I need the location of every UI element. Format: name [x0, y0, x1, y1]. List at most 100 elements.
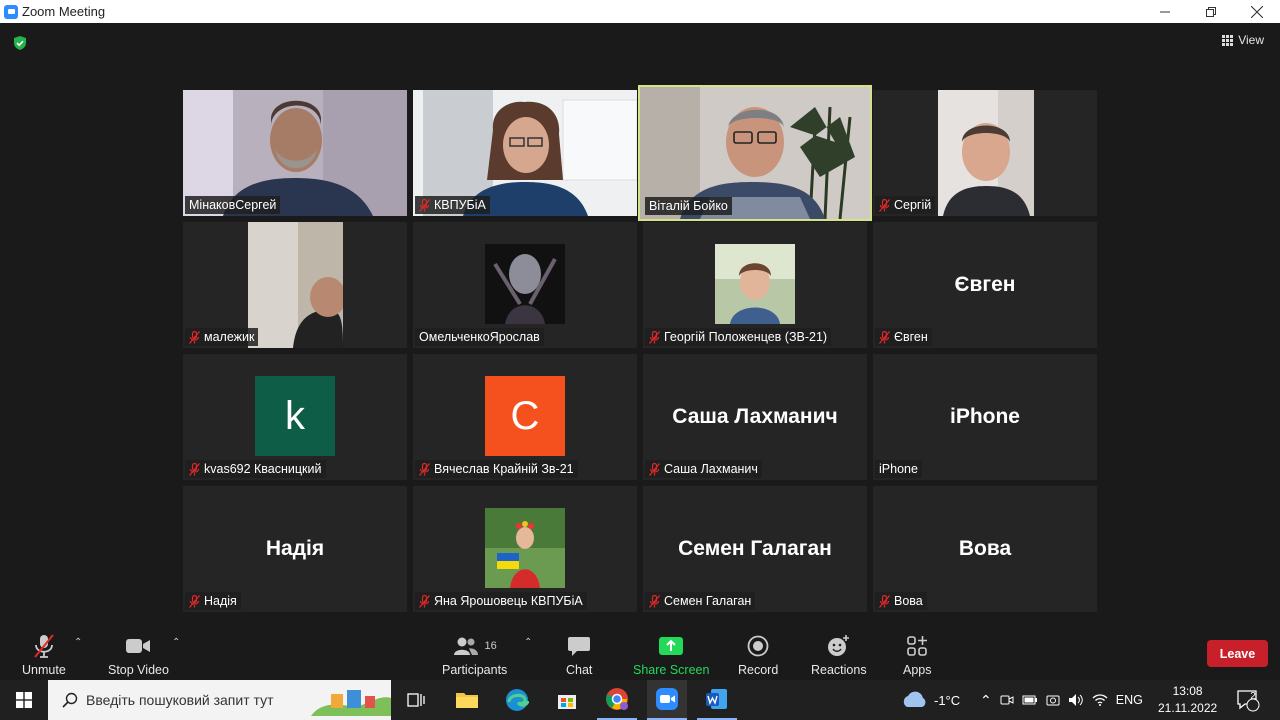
muted-mic-icon [649, 330, 660, 344]
minimize-button[interactable] [1142, 0, 1188, 23]
record-icon [747, 635, 769, 657]
clock-date: 21.11.2022 [1158, 701, 1218, 715]
meet-now-icon[interactable] [1000, 693, 1014, 707]
notification-center-button[interactable]: 2 [1236, 680, 1260, 720]
participant-name-label: КВПУБіА [415, 196, 490, 214]
participant-tile[interactable]: C Вячеслав Крайній Зв-21 [413, 354, 637, 480]
battery-icon[interactable] [1022, 694, 1038, 706]
folder-icon [456, 693, 478, 708]
video-camera-icon [126, 639, 151, 653]
unmute-label: Unmute [22, 663, 66, 677]
participant-tile[interactable]: Георгій Положенцев (ЗВ-21) [643, 222, 867, 348]
participant-avatar: C [485, 376, 565, 456]
muted-microphone-icon [34, 634, 54, 658]
participant-name-label: ОмельченкоЯрослав [415, 328, 544, 346]
participant-name-label: Віталій Бойко [645, 197, 732, 215]
participant-tile[interactable]: Вова Вова [873, 486, 1097, 612]
participant-display-name: Вова [958, 537, 1012, 560]
microsoft-store-button[interactable] [547, 680, 587, 720]
participant-display-name: Семен Галаган [678, 537, 832, 560]
record-button[interactable]: Record [738, 633, 778, 677]
participant-tile[interactable]: Сергій [873, 90, 1097, 216]
weather-widget[interactable]: -1°C [900, 680, 960, 720]
wifi-icon[interactable] [1092, 693, 1108, 707]
chrome-browser-button[interactable] [597, 680, 637, 720]
participants-button[interactable]: 16 Participants [442, 633, 507, 677]
reactions-button[interactable]: Reactions [811, 633, 867, 677]
participant-tile[interactable]: КВПУБіА [413, 90, 637, 216]
participant-tile-active-speaker[interactable]: Віталій Бойко [638, 85, 872, 221]
participant-tile[interactable]: Саша Лахманич Саша Лахманич [643, 354, 867, 480]
view-button[interactable]: View [1222, 33, 1264, 47]
security-shield-icon[interactable] [12, 35, 28, 51]
input-language[interactable]: ENG [1116, 693, 1143, 707]
participant-name-label: kvas692 Квасницкий [185, 460, 326, 478]
unmute-button[interactable]: Unmute [22, 633, 66, 677]
windows-taskbar: Введіть пошуковий запит тут -1°C ⌃ ENG 1… [0, 680, 1280, 720]
participant-display-name: Надія [265, 537, 325, 560]
zoom-video-icon [656, 688, 678, 710]
window-title: Zoom Meeting [22, 4, 106, 19]
file-explorer-button[interactable] [447, 680, 487, 720]
stop-video-button[interactable]: Stop Video [108, 633, 169, 677]
search-highlight-illustration-icon [311, 690, 391, 716]
participant-display-name: Євген [954, 273, 1016, 296]
participant-name-label: Семен Галаган [645, 592, 756, 610]
video-options-caret-icon[interactable]: ⌃ [172, 637, 180, 648]
apps-icon [907, 636, 928, 656]
participant-avatar: k [255, 376, 335, 456]
share-screen-button[interactable]: Share Screen [633, 633, 709, 677]
participant-name-label: Вова [875, 592, 927, 610]
restore-button[interactable] [1188, 0, 1234, 23]
system-tray: ⌃ ENG [980, 680, 1143, 720]
participant-video [938, 90, 1034, 216]
volume-icon[interactable] [1068, 693, 1084, 707]
participant-tile[interactable]: Яна Ярошовець КВПУБіА [413, 486, 637, 612]
camera-tray-icon[interactable] [1046, 693, 1060, 707]
participant-tile[interactable]: ОмельченкоЯрослав [413, 222, 637, 348]
edge-browser-icon [506, 689, 529, 711]
task-view-icon [407, 693, 425, 707]
clock[interactable]: 13:08 21.11.2022 [1158, 680, 1217, 720]
participants-options-caret-icon[interactable]: ⌃ [524, 637, 532, 648]
chrome-browser-icon [606, 688, 628, 710]
participant-tile[interactable]: k kvas692 Квасницкий [183, 354, 407, 480]
close-window-button[interactable] [1234, 0, 1280, 23]
participant-tile[interactable]: iPhone iPhone [873, 354, 1097, 480]
smiley-reaction-icon [827, 635, 849, 656]
start-button[interactable] [0, 680, 48, 720]
participant-name-label: Саша Лахманич [645, 460, 762, 478]
show-hidden-icons-chevron-icon[interactable]: ⌃ [980, 692, 992, 709]
participant-tile[interactable]: Надія Надія [183, 486, 407, 612]
store-bag-icon [558, 695, 576, 709]
grid-view-icon [1222, 34, 1234, 46]
word-app-button[interactable] [697, 680, 737, 720]
participants-icon [453, 637, 478, 655]
chat-button[interactable]: Chat [566, 633, 592, 677]
record-label: Record [738, 663, 779, 677]
participant-tile[interactable]: Семен Галаган Семен Галаган [643, 486, 867, 612]
task-view-button[interactable] [396, 680, 436, 720]
participant-name-label: iPhone [875, 460, 922, 478]
participant-tile[interactable]: малежик [183, 222, 407, 348]
audio-options-caret-icon[interactable]: ⌃ [74, 637, 82, 648]
muted-mic-icon [649, 594, 660, 608]
windows-logo-icon [16, 692, 32, 708]
zoom-app-button[interactable] [647, 680, 687, 720]
participant-display-name: Саша Лахманич [672, 405, 838, 428]
muted-mic-icon [879, 198, 890, 212]
participant-tile[interactable]: МінаковСергей [183, 90, 407, 216]
taskbar-search-box[interactable]: Введіть пошуковий запит тут [48, 680, 391, 720]
muted-mic-icon [189, 462, 200, 476]
window-titlebar: Zoom Meeting [0, 0, 1280, 23]
participants-count: 16 [484, 640, 497, 652]
edge-browser-button[interactable] [497, 680, 537, 720]
chat-label: Chat [566, 663, 593, 677]
participant-tile[interactable]: Євген Євген [873, 222, 1097, 348]
share-screen-label: Share Screen [633, 663, 710, 677]
leave-meeting-button[interactable]: Leave [1207, 640, 1268, 667]
cloud-weather-icon [903, 691, 926, 707]
participant-name-label: Георгій Положенцев (ЗВ-21) [645, 328, 832, 346]
share-screen-icon [659, 637, 684, 655]
apps-button[interactable]: Apps [903, 633, 932, 677]
